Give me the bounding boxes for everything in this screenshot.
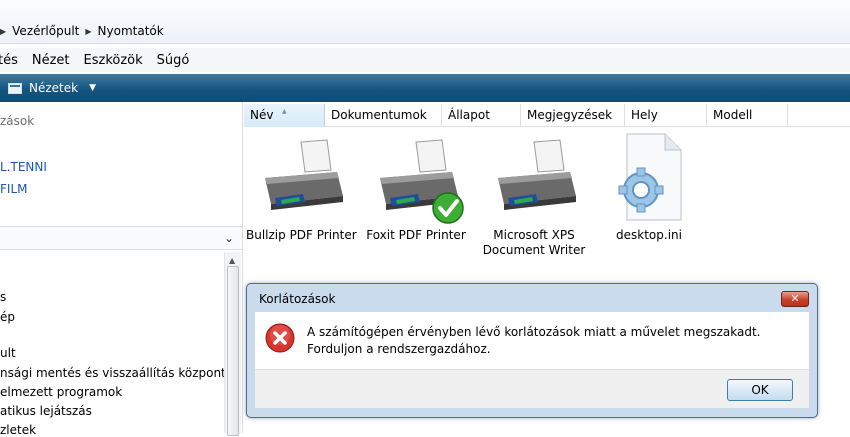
- nav-link-tenni[interactable]: L.TENNI: [0, 160, 47, 174]
- column-header: ▲ Név Dokumentumok Állapot Megjegyzések …: [244, 104, 850, 127]
- views-button[interactable]: Nézetek ▼: [8, 81, 96, 95]
- folder-item[interactable]: nsági mentés és visszaállítás központja: [0, 366, 236, 380]
- ok-button[interactable]: OK: [727, 379, 793, 401]
- close-button[interactable]: ✕: [781, 291, 809, 307]
- dialog-title: Korlátozások: [259, 292, 336, 306]
- printer-item-bullzip[interactable]: Bullzip PDF Printer: [246, 132, 357, 243]
- menu-view[interactable]: Nézet: [25, 53, 77, 68]
- column-model[interactable]: Modell: [707, 104, 788, 127]
- scroll-up-icon[interactable]: ▲: [229, 256, 235, 265]
- dialog-message: A számítógépen érvényben lévő korlátozás…: [307, 325, 761, 356]
- folder-item[interactable]: ép: [0, 310, 15, 324]
- scrollbar-thumb[interactable]: [227, 266, 239, 436]
- default-printer-check-icon: [432, 192, 464, 224]
- menu-edit[interactable]: tés: [0, 53, 25, 68]
- column-documents[interactable]: Dokumentumok: [325, 104, 442, 127]
- views-label: Nézetek: [29, 81, 79, 95]
- printer-item-xps[interactable]: Microsoft XPS Document Writer: [479, 132, 589, 258]
- restrictions-dialog: Korlátozások ✕ A számítógépen érvényben …: [246, 283, 818, 418]
- column-model-label: Modell: [713, 108, 753, 122]
- nav-scrollbar[interactable]: ▲: [224, 252, 241, 436]
- navigation-pane: zások L.TENNI FILM ⌄ s ép ult nsági ment…: [0, 102, 243, 437]
- printer-label: Bullzip PDF Printer: [246, 228, 357, 242]
- error-icon: [265, 323, 295, 353]
- dialog-footer: OK: [255, 369, 809, 408]
- folders-header[interactable]: ⌄: [0, 226, 242, 250]
- menu-help[interactable]: Súgó: [150, 53, 197, 68]
- sort-ascending-icon: ▲: [282, 108, 287, 115]
- printer-label-line2: Document Writer: [482, 243, 586, 257]
- settings-file-icon: [618, 133, 682, 221]
- folder-item[interactable]: ult: [0, 346, 16, 360]
- column-name-label: Név: [250, 108, 274, 122]
- dialog-body: A számítógépen érvényben lévő korlátozás…: [255, 312, 809, 369]
- breadcrumb-control-panel[interactable]: Vezérlőpult: [12, 24, 79, 38]
- nav-heading: zások: [0, 114, 35, 128]
- folder-item[interactable]: atikus lejátszás: [0, 404, 92, 418]
- file-item-desktop-ini[interactable]: desktop.ini: [594, 132, 704, 243]
- printer-icon: [380, 139, 464, 224]
- command-bar: Nézetek ▼: [0, 74, 850, 102]
- printer-item-foxit[interactable]: Foxit PDF Printer: [361, 132, 471, 243]
- chevron-down-icon[interactable]: ⌄: [224, 231, 234, 245]
- printer-label-line1: Microsoft XPS: [493, 228, 575, 242]
- nav-link-film[interactable]: FILM: [0, 182, 27, 196]
- column-name[interactable]: ▲ Név: [244, 104, 325, 127]
- printer-icon: [498, 139, 576, 210]
- column-status[interactable]: Állapot: [442, 104, 521, 127]
- views-icon: [8, 82, 22, 94]
- breadcrumb-separator-icon[interactable]: ▶: [0, 27, 6, 36]
- close-icon: ✕: [790, 292, 800, 305]
- folder-item[interactable]: elmezett programok: [0, 385, 122, 399]
- folder-item[interactable]: zletek: [0, 423, 36, 437]
- column-comments[interactable]: Megjegyzések: [521, 104, 625, 127]
- file-label: desktop.ini: [616, 228, 682, 242]
- menu-tools[interactable]: Eszközök: [77, 53, 150, 68]
- chevron-down-icon: ▼: [89, 83, 96, 93]
- printer-icon: [265, 139, 343, 210]
- breadcrumb: ▶ Vezérlőpult ▶ Nyomtatók: [0, 20, 850, 42]
- folder-item[interactable]: s: [0, 290, 6, 304]
- breadcrumb-separator-icon[interactable]: ▶: [85, 27, 91, 36]
- column-empty: [788, 104, 850, 127]
- printer-label: Foxit PDF Printer: [366, 228, 466, 242]
- address-bar[interactable]: ▶ Vezérlőpult ▶ Nyomtatók: [0, 0, 850, 44]
- column-location[interactable]: Hely: [625, 104, 707, 127]
- breadcrumb-printers[interactable]: Nyomtatók: [98, 24, 164, 38]
- menu-bar: tés Nézet Eszközök Súgó: [0, 48, 850, 72]
